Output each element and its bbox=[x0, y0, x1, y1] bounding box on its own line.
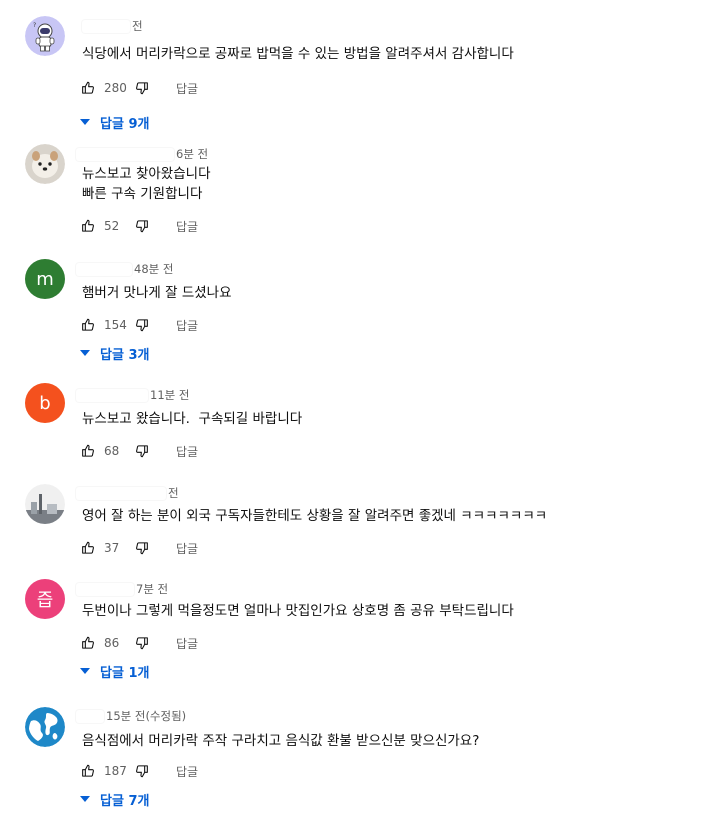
comment-time[interactable]: 11분 전 bbox=[150, 387, 189, 403]
author-name-redacted[interactable] bbox=[76, 147, 174, 161]
reply-button[interactable]: 답글 bbox=[176, 218, 198, 235]
reply-button[interactable]: 답글 bbox=[176, 540, 198, 557]
thumb-down-icon[interactable] bbox=[134, 763, 150, 779]
like-count: 37 bbox=[104, 541, 120, 555]
reply-button[interactable]: 답글 bbox=[176, 635, 198, 652]
thumb-up-icon[interactable] bbox=[80, 635, 96, 651]
thumb-up-icon[interactable] bbox=[80, 540, 96, 556]
comment-time[interactable]: 15분 전(수정됨) bbox=[106, 708, 186, 724]
caret-down-icon bbox=[80, 796, 90, 802]
replies-count-label: 답글 3개 bbox=[100, 347, 150, 363]
avatar[interactable] bbox=[25, 144, 65, 184]
author-name-redacted[interactable] bbox=[76, 582, 134, 596]
view-replies-button[interactable]: 답글 1개 bbox=[80, 661, 149, 681]
author-name-redacted[interactable] bbox=[76, 262, 132, 276]
avatar[interactable] bbox=[25, 484, 65, 524]
thumb-down-icon[interactable] bbox=[134, 80, 150, 96]
replies-count-label: 답글 7개 bbox=[100, 793, 150, 809]
comment-meta: 6분 전 bbox=[76, 146, 208, 162]
reply-button[interactable]: 답글 bbox=[176, 80, 198, 97]
thumb-down-icon[interactable] bbox=[134, 317, 150, 333]
comment-meta: 48분 전 bbox=[76, 261, 173, 277]
comment-text: 식당에서 머리카락으로 공짜로 밥먹을 수 있는 방법을 알려주셔서 감사합니다 bbox=[82, 46, 514, 62]
comment-time[interactable]: 전 bbox=[168, 485, 179, 501]
reply-button[interactable]: 답글 bbox=[176, 317, 198, 334]
like-count: 280 bbox=[104, 81, 127, 95]
thumb-up-icon[interactable] bbox=[80, 218, 96, 234]
like-count: 86 bbox=[104, 636, 120, 650]
comment-time[interactable]: 전 bbox=[132, 18, 143, 34]
replies-count-label: 답글 1개 bbox=[100, 665, 150, 681]
view-replies-button[interactable]: 답글 7개 bbox=[80, 789, 149, 809]
comment-meta: 11분 전 bbox=[76, 387, 189, 403]
caret-down-icon bbox=[80, 668, 90, 674]
author-name-redacted[interactable] bbox=[76, 486, 166, 500]
like-count: 187 bbox=[104, 764, 127, 778]
author-name-redacted[interactable] bbox=[82, 19, 130, 33]
avatar-letter: b bbox=[39, 392, 51, 414]
comment-actions: 37 답글 bbox=[80, 538, 198, 558]
comment-time[interactable]: 7분 전 bbox=[136, 581, 168, 597]
comment-meta: 7분 전 bbox=[76, 581, 168, 597]
avatar[interactable]: b bbox=[25, 383, 65, 423]
comment-actions: 187 답글 bbox=[80, 761, 198, 781]
replies-count-label: 답글 9개 bbox=[100, 116, 150, 132]
view-replies-button[interactable]: 답글 3개 bbox=[80, 343, 149, 363]
svg-text:?: ? bbox=[33, 22, 36, 29]
avatar[interactable]: m bbox=[25, 259, 65, 299]
like-count: 154 bbox=[104, 318, 127, 332]
comment-text: 영어 잘 하는 분이 외국 구독자들한테도 상황을 잘 알려주면 좋겠네 ㅋㅋㅋ… bbox=[82, 508, 548, 524]
comment-actions: 280 답글 bbox=[80, 78, 198, 98]
comment-text: 음식점에서 머리카락 주작 구라치고 음식값 환불 받으신분 맞으신가요? bbox=[82, 733, 480, 749]
avatar-letter: m bbox=[36, 268, 54, 290]
reply-button[interactable]: 답글 bbox=[176, 763, 198, 780]
caret-down-icon bbox=[80, 350, 90, 356]
thumb-up-icon[interactable] bbox=[80, 763, 96, 779]
thumb-up-icon[interactable] bbox=[80, 80, 96, 96]
thumb-up-icon[interactable] bbox=[80, 443, 96, 459]
like-count: 68 bbox=[104, 444, 120, 458]
author-name-redacted[interactable] bbox=[76, 709, 104, 723]
thumb-down-icon[interactable] bbox=[134, 218, 150, 234]
comment-actions: 68 답글 bbox=[80, 441, 198, 461]
author-name-redacted[interactable] bbox=[76, 388, 148, 402]
avatar[interactable] bbox=[25, 707, 65, 747]
thumb-down-icon[interactable] bbox=[134, 635, 150, 651]
thumb-down-icon[interactable] bbox=[134, 540, 150, 556]
like-count: 52 bbox=[104, 219, 120, 233]
comment-text: 햄버거 맛나게 잘 드셨나요 bbox=[82, 285, 232, 301]
avatar[interactable]: 즙 bbox=[25, 579, 65, 619]
comment-text: 뉴스보고 찾아왔습니다 빠른 구속 기원합니다 bbox=[82, 166, 211, 202]
comment-time[interactable]: 6분 전 bbox=[176, 146, 208, 162]
avatar-letter: 즙 bbox=[36, 590, 54, 611]
comment-actions: 86 답글 bbox=[80, 633, 198, 653]
caret-down-icon bbox=[80, 119, 90, 125]
comment-text: 두번이나 그렇게 먹을정도면 얼마나 맛집인가요 상호명 좀 공유 부탁드립니다 bbox=[82, 603, 514, 619]
thumb-down-icon[interactable] bbox=[134, 443, 150, 459]
view-replies-button[interactable]: 답글 9개 bbox=[80, 112, 149, 132]
reply-button[interactable]: 답글 bbox=[176, 443, 198, 460]
avatar[interactable]: ? bbox=[25, 16, 65, 56]
comment-actions: 52 답글 bbox=[80, 216, 198, 236]
comment-meta: 전 bbox=[82, 18, 143, 34]
comment-time[interactable]: 48분 전 bbox=[134, 261, 173, 277]
comment-meta: 전 bbox=[76, 485, 179, 501]
thumb-up-icon[interactable] bbox=[80, 317, 96, 333]
comment-meta: 15분 전(수정됨) bbox=[76, 708, 186, 724]
comment-actions: 154 답글 bbox=[80, 315, 198, 335]
comment-text: 뉴스보고 왔습니다. 구속되길 바랍니다 bbox=[82, 411, 303, 427]
